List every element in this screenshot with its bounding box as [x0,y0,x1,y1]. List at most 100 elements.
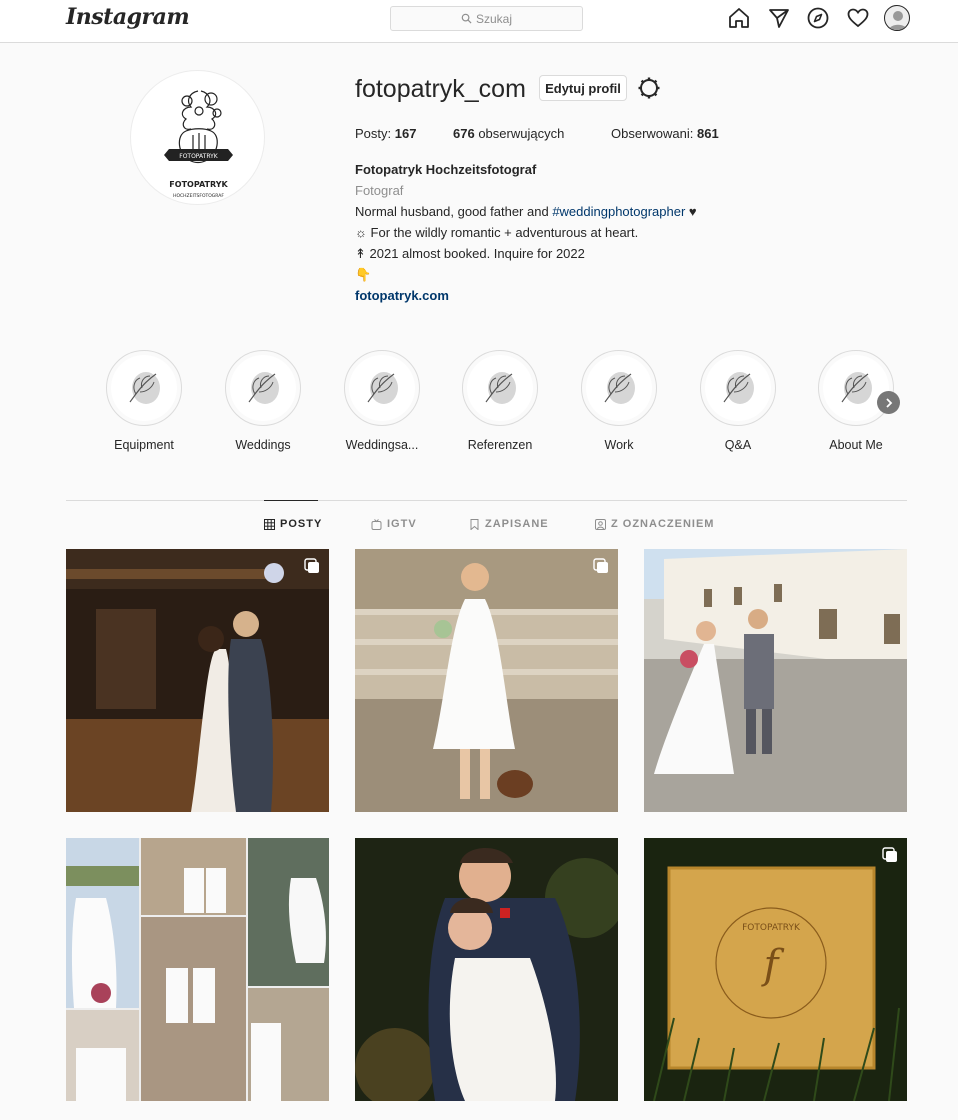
highlights-next-button[interactable] [877,391,900,414]
post-thumbnail[interactable] [66,838,329,1101]
profile-username: fotopatryk_com [355,75,526,103]
highlight-inner [111,355,177,421]
highlight-cover [818,350,894,426]
bio-full-name: Fotopatryk Hochzeitsfotograf [355,162,537,177]
home-icon[interactable] [727,6,751,30]
story-highlight[interactable]: Q&A [700,350,776,452]
leaf-icon [604,372,635,404]
leaf-icon [723,372,754,404]
tabs-divider [66,500,907,501]
followers-value: 676 [453,126,475,141]
edit-profile-button[interactable]: Edytuj profil [539,75,627,101]
instagram-logo[interactable]: Instagram [66,4,190,30]
highlight-label: About Me [829,438,883,452]
settings-gear-icon[interactable] [637,76,661,100]
post-image-wooden-box: FOTOPATRYK f [644,838,907,1101]
highlight-cover [581,350,657,426]
multiple-images-icon [593,558,608,573]
followers-count[interactable]: 676 obserwujących [453,126,564,141]
highlight-label: Referenzen [467,438,533,452]
avatar-icon [889,11,907,30]
posts-label: Posty: [355,126,392,141]
bio-line-1-text: Normal husband, good father and [355,204,553,219]
highlight-cover [106,350,182,426]
bio-website-link[interactable]: fotopatryk.com [355,285,449,306]
highlight-inner [467,355,533,421]
highlight-label: Weddingsa... [345,438,419,452]
fotopatryk-logo-image: FOTOPATRYK FOTOPATRYK HOCHZEITSFOTOGRAF [164,90,233,199]
bookmark-icon [470,518,479,530]
post-image-couple-courtyard [644,549,907,812]
logo-subtitle-text: HOCHZEITSFOTOGRAF [173,193,224,199]
top-navigation-bar: Instagram Szukaj [0,0,958,43]
highlight-cover [344,350,420,426]
followers-label: obserwujących [478,126,565,141]
story-highlight[interactable]: Work [581,350,657,452]
post-image-couple-barn [66,549,329,812]
post-thumbnail[interactable] [644,549,907,812]
posts-value: 167 [394,126,417,141]
post-thumbnail[interactable] [66,549,329,812]
story-highlight[interactable]: Equipment [106,350,182,452]
story-highlight[interactable]: Weddingsa... [344,350,420,452]
posts-count: Posty: 167 [355,126,416,141]
search-input[interactable]: Szukaj [390,6,583,31]
tab-igtv-label: IGTV [387,518,417,530]
leaf-icon [485,372,516,404]
logo-ribbon-text: FOTOPATRYK [179,153,219,160]
active-tab-indicator [264,500,318,501]
search-icon [461,13,472,24]
igtv-icon [371,518,382,530]
highlight-label: Q&A [724,438,752,452]
bio-line-1: Normal husband, good father and #wedding… [355,201,697,222]
post-thumbnail[interactable] [355,549,618,812]
leaf-icon [129,372,160,404]
following-label: Obserwowani: [611,126,694,141]
highlight-inner [230,355,296,421]
highlight-label: Work [604,438,634,452]
highlight-label: Weddings [235,438,291,452]
highlight-inner [586,355,652,421]
leaf-icon [248,372,279,404]
box-engraving-text: FOTOPATRYK [742,923,801,933]
following-value: 861 [697,126,719,141]
following-count[interactable]: Obserwowani: 861 [611,126,719,141]
logo-title-text: FOTOPATRYK [169,180,228,189]
tab-saved[interactable]: ZAPISANE [469,518,549,530]
tab-posts-label: POSTY [280,518,323,530]
highlight-cover [700,350,776,426]
story-highlight[interactable]: Referenzen [462,350,538,452]
post-thumbnail[interactable] [355,838,618,1101]
chevron-right-icon [885,397,892,408]
tab-posts[interactable]: POSTY [264,518,322,530]
search-placeholder: Szukaj [475,11,513,26]
post-image-collage [66,838,329,1101]
leaf-icon [367,372,398,404]
highlight-label: Equipment [114,438,174,452]
story-highlight[interactable]: Weddings [225,350,301,452]
bio-category: Fotograf [355,183,404,198]
tab-igtv[interactable]: IGTV [371,518,417,530]
tab-tagged[interactable]: Z OZNACZENIEM [595,518,714,530]
multiple-images-icon [304,558,319,573]
activity-heart-icon[interactable] [846,6,870,30]
bio-line-3: ↟ 2021 almost booked. Inquire for 2022 [355,246,585,261]
tab-tagged-label: Z OZNACZENIEM [611,518,715,530]
highlight-inner [349,355,415,421]
direct-messages-icon[interactable] [767,6,791,30]
highlight-cover [225,350,301,426]
bio-line-4: 👇 [355,267,372,282]
post-image-bride-dog [355,549,618,812]
profile-avatar-nav[interactable] [884,5,910,31]
post-image-groom-bride-hug [355,838,618,1101]
explore-compass-icon[interactable] [806,6,830,30]
bio-hashtag-link[interactable]: #weddingphotographer [552,204,685,219]
highlight-inner [705,355,771,421]
leaf-icon [841,372,872,404]
tab-saved-label: ZAPISANE [485,518,549,530]
multiple-images-icon [882,847,897,862]
bio-heart-text: ♥ [685,204,697,219]
profile-picture[interactable]: FOTOPATRYK FOTOPATRYK HOCHZEITSFOTOGRAF [130,70,265,205]
post-thumbnail[interactable]: FOTOPATRYK f [644,838,907,1101]
highlight-inner [823,355,889,421]
